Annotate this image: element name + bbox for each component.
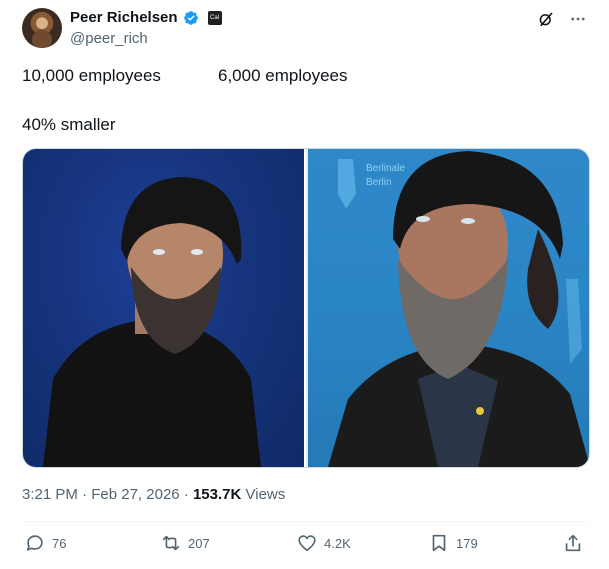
repost-icon — [162, 535, 180, 551]
reply-icon — [26, 535, 43, 551]
media-image-left[interactable] — [23, 149, 304, 467]
tweet: Peer Richelsen Cal @peer_rich 10,000 emp… — [0, 0, 609, 569]
meta-separator: · — [183, 486, 189, 503]
portrait-left — [43, 177, 261, 467]
media-image-right[interactable]: Berlinale Berlin — [307, 149, 589, 467]
media-grid: Berlinale Berlin — [22, 148, 590, 468]
svg-text:Berlin: Berlin — [366, 177, 392, 188]
tweet-time[interactable]: 3:21 PM — [22, 486, 78, 503]
tweet-meta: 3:21 PM · Feb 27, 2026 · 153.7K Views — [22, 486, 285, 503]
repost-count: 207 — [188, 535, 210, 551]
views-count: 153.7K — [192, 486, 242, 503]
meta-separator: · — [82, 486, 88, 503]
tweet-text-line1-right: 6,000 employees — [218, 66, 348, 85]
tweet-date[interactable]: Feb 27, 2026 — [91, 486, 179, 503]
author-handle[interactable]: @peer_rich — [70, 30, 148, 47]
bookmark-button[interactable]: 179 — [428, 532, 478, 554]
like-count: 4.2K — [324, 535, 351, 551]
like-button[interactable]: 4.2K — [296, 532, 351, 554]
reply-count: 76 — [52, 535, 67, 551]
grok-icon[interactable] — [537, 10, 555, 28]
share-icon — [565, 534, 581, 552]
share-button[interactable] — [562, 532, 584, 554]
reply-button[interactable]: 76 — [24, 532, 66, 554]
author-row: Peer Richelsen Cal — [70, 9, 222, 26]
action-divider — [22, 521, 587, 522]
tweet-text-line2: 40% smaller — [22, 115, 116, 134]
verified-badge-icon[interactable] — [183, 10, 199, 26]
avatar[interactable] — [22, 8, 62, 48]
tweet-top-actions — [537, 10, 587, 28]
more-icon[interactable] — [569, 10, 587, 28]
repost-button[interactable]: 207 — [160, 532, 210, 554]
action-bar: 76 207 4.2K 179 — [22, 532, 587, 562]
affiliation-badge[interactable]: Cal — [207, 10, 222, 25]
display-name[interactable]: Peer Richelsen — [70, 9, 178, 26]
heart-icon — [298, 535, 316, 552]
views-label: Views — [245, 486, 286, 503]
bookmark-icon — [432, 534, 446, 552]
bookmark-count: 179 — [456, 535, 478, 551]
svg-text:Berlinale: Berlinale — [366, 163, 405, 174]
tweet-text-line1-left: 10,000 employees — [22, 66, 161, 85]
media-divider — [303, 149, 306, 467]
portrait-right: Berlinale Berlin — [327, 151, 589, 467]
